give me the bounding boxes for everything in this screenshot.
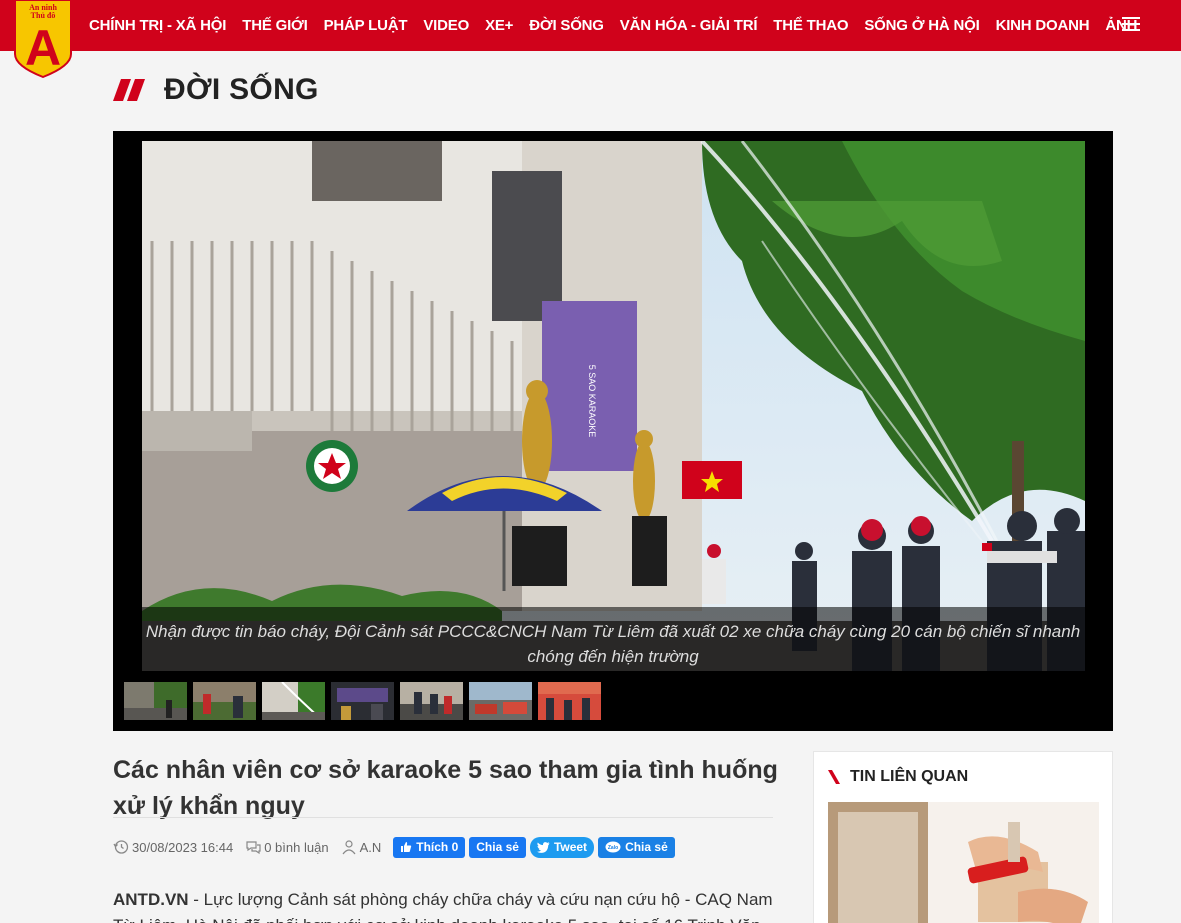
gallery-thumbnail[interactable] bbox=[538, 682, 601, 720]
twitter-bird-icon bbox=[536, 841, 550, 853]
main-nav: CHÍNH TRỊ - XÃ HỘI THẾ GIỚI PHÁP LUẬT VI… bbox=[81, 0, 1145, 51]
related-news-box: TIN LIÊN QUAN bbox=[813, 751, 1113, 923]
thumbs-up-icon bbox=[401, 842, 412, 852]
gallery-thumbnail[interactable] bbox=[124, 682, 187, 720]
gallery-thumbnail[interactable] bbox=[262, 682, 325, 720]
site-logo[interactable]: An ninh Thủ đô A bbox=[14, 0, 72, 79]
svg-text:Thủ đô: Thủ đô bbox=[31, 11, 56, 20]
tweet-label: Tweet bbox=[553, 840, 588, 854]
gallery-thumbnail[interactable] bbox=[193, 682, 256, 720]
gallery-thumbnail[interactable] bbox=[331, 682, 394, 720]
nav-chinh-tri-xa-hoi[interactable]: CHÍNH TRỊ - XÃ HỘI bbox=[81, 17, 234, 34]
gallery-thumbnail[interactable] bbox=[400, 682, 463, 720]
divider bbox=[113, 817, 773, 818]
related-news-header: TIN LIÊN QUAN bbox=[828, 768, 968, 786]
comment-count-text: 0 bình luận bbox=[264, 839, 329, 855]
article-lead: ANTD.VN - Lực lượng Cảnh sát phòng cháy … bbox=[113, 887, 773, 923]
related-news-photo[interactable] bbox=[828, 802, 1099, 923]
section-title[interactable]: ĐỜI SỐNG bbox=[164, 73, 319, 107]
user-icon bbox=[342, 840, 356, 855]
nav-kinh-doanh[interactable]: KINH DOANH bbox=[988, 17, 1098, 34]
nav-doi-song[interactable]: ĐỜI SỐNG bbox=[521, 17, 612, 34]
nav-the-thao[interactable]: THỂ THAO bbox=[765, 17, 856, 34]
nav-video[interactable]: VIDEO bbox=[415, 17, 477, 34]
hamburger-icon[interactable] bbox=[1122, 17, 1140, 35]
thumbnail-strip bbox=[124, 682, 607, 720]
karaoke-sign-text: 5 SAO KARAOKE bbox=[587, 365, 597, 438]
tweet-button[interactable]: Tweet bbox=[529, 836, 595, 858]
section-heading: ĐỜI SỐNG bbox=[113, 70, 319, 110]
facebook-share-button[interactable]: Chia sẻ bbox=[469, 836, 526, 858]
logo-letter: A bbox=[25, 20, 61, 76]
lead-text: - Lực lượng Cảnh sát phòng cháy chữa chá… bbox=[113, 890, 773, 923]
history-clock-icon bbox=[113, 840, 129, 854]
gallery-caption: Nhận được tin báo cháy, Đội Cảnh sát PCC… bbox=[145, 622, 1081, 666]
section-stripes-icon bbox=[113, 79, 145, 101]
article-meta: 30/08/2023 16:44 0 bình luận A.N Thích 0… bbox=[113, 836, 679, 858]
nav-phap-luat[interactable]: PHÁP LUẬT bbox=[316, 17, 416, 34]
author[interactable]: A.N bbox=[341, 839, 382, 855]
article-headline[interactable]: Các nhân viên cơ sở karaoke 5 sao tham g… bbox=[113, 752, 783, 824]
publish-date-text: 30/08/2023 16:44 bbox=[132, 839, 234, 855]
facebook-like-button[interactable]: Thích 0 bbox=[393, 836, 466, 858]
nav-van-hoa-giai-tri[interactable]: VĂN HÓA - GIẢI TRÍ bbox=[612, 17, 766, 34]
main-gallery-photo[interactable]: 5 SAO KARAOKE bbox=[142, 141, 1085, 671]
gallery-thumbnail[interactable] bbox=[469, 682, 532, 720]
red-slash-icon bbox=[828, 770, 840, 784]
zalo-share-button[interactable]: Zalo Chia sẻ bbox=[598, 836, 675, 858]
facebook-like-label: Thích 0 bbox=[416, 840, 459, 854]
nav-the-gioi[interactable]: THẾ GIỚI bbox=[234, 17, 315, 34]
nav-xe[interactable]: XE+ bbox=[477, 17, 521, 34]
comments-icon bbox=[246, 841, 261, 855]
author-name: A.N bbox=[359, 839, 382, 855]
nav-song-o-ha-noi[interactable]: SỐNG Ở HÀ NỘI bbox=[856, 17, 987, 34]
comment-count[interactable]: 0 bình luận bbox=[245, 839, 329, 855]
lead-source: ANTD.VN bbox=[113, 890, 189, 909]
related-news-title: TIN LIÊN QUAN bbox=[850, 768, 969, 785]
zalo-icon: Zalo bbox=[605, 841, 621, 853]
publish-date: 30/08/2023 16:44 bbox=[113, 839, 233, 855]
svg-text:Zalo: Zalo bbox=[608, 845, 618, 851]
zalo-share-label: Chia sẻ bbox=[625, 840, 668, 854]
